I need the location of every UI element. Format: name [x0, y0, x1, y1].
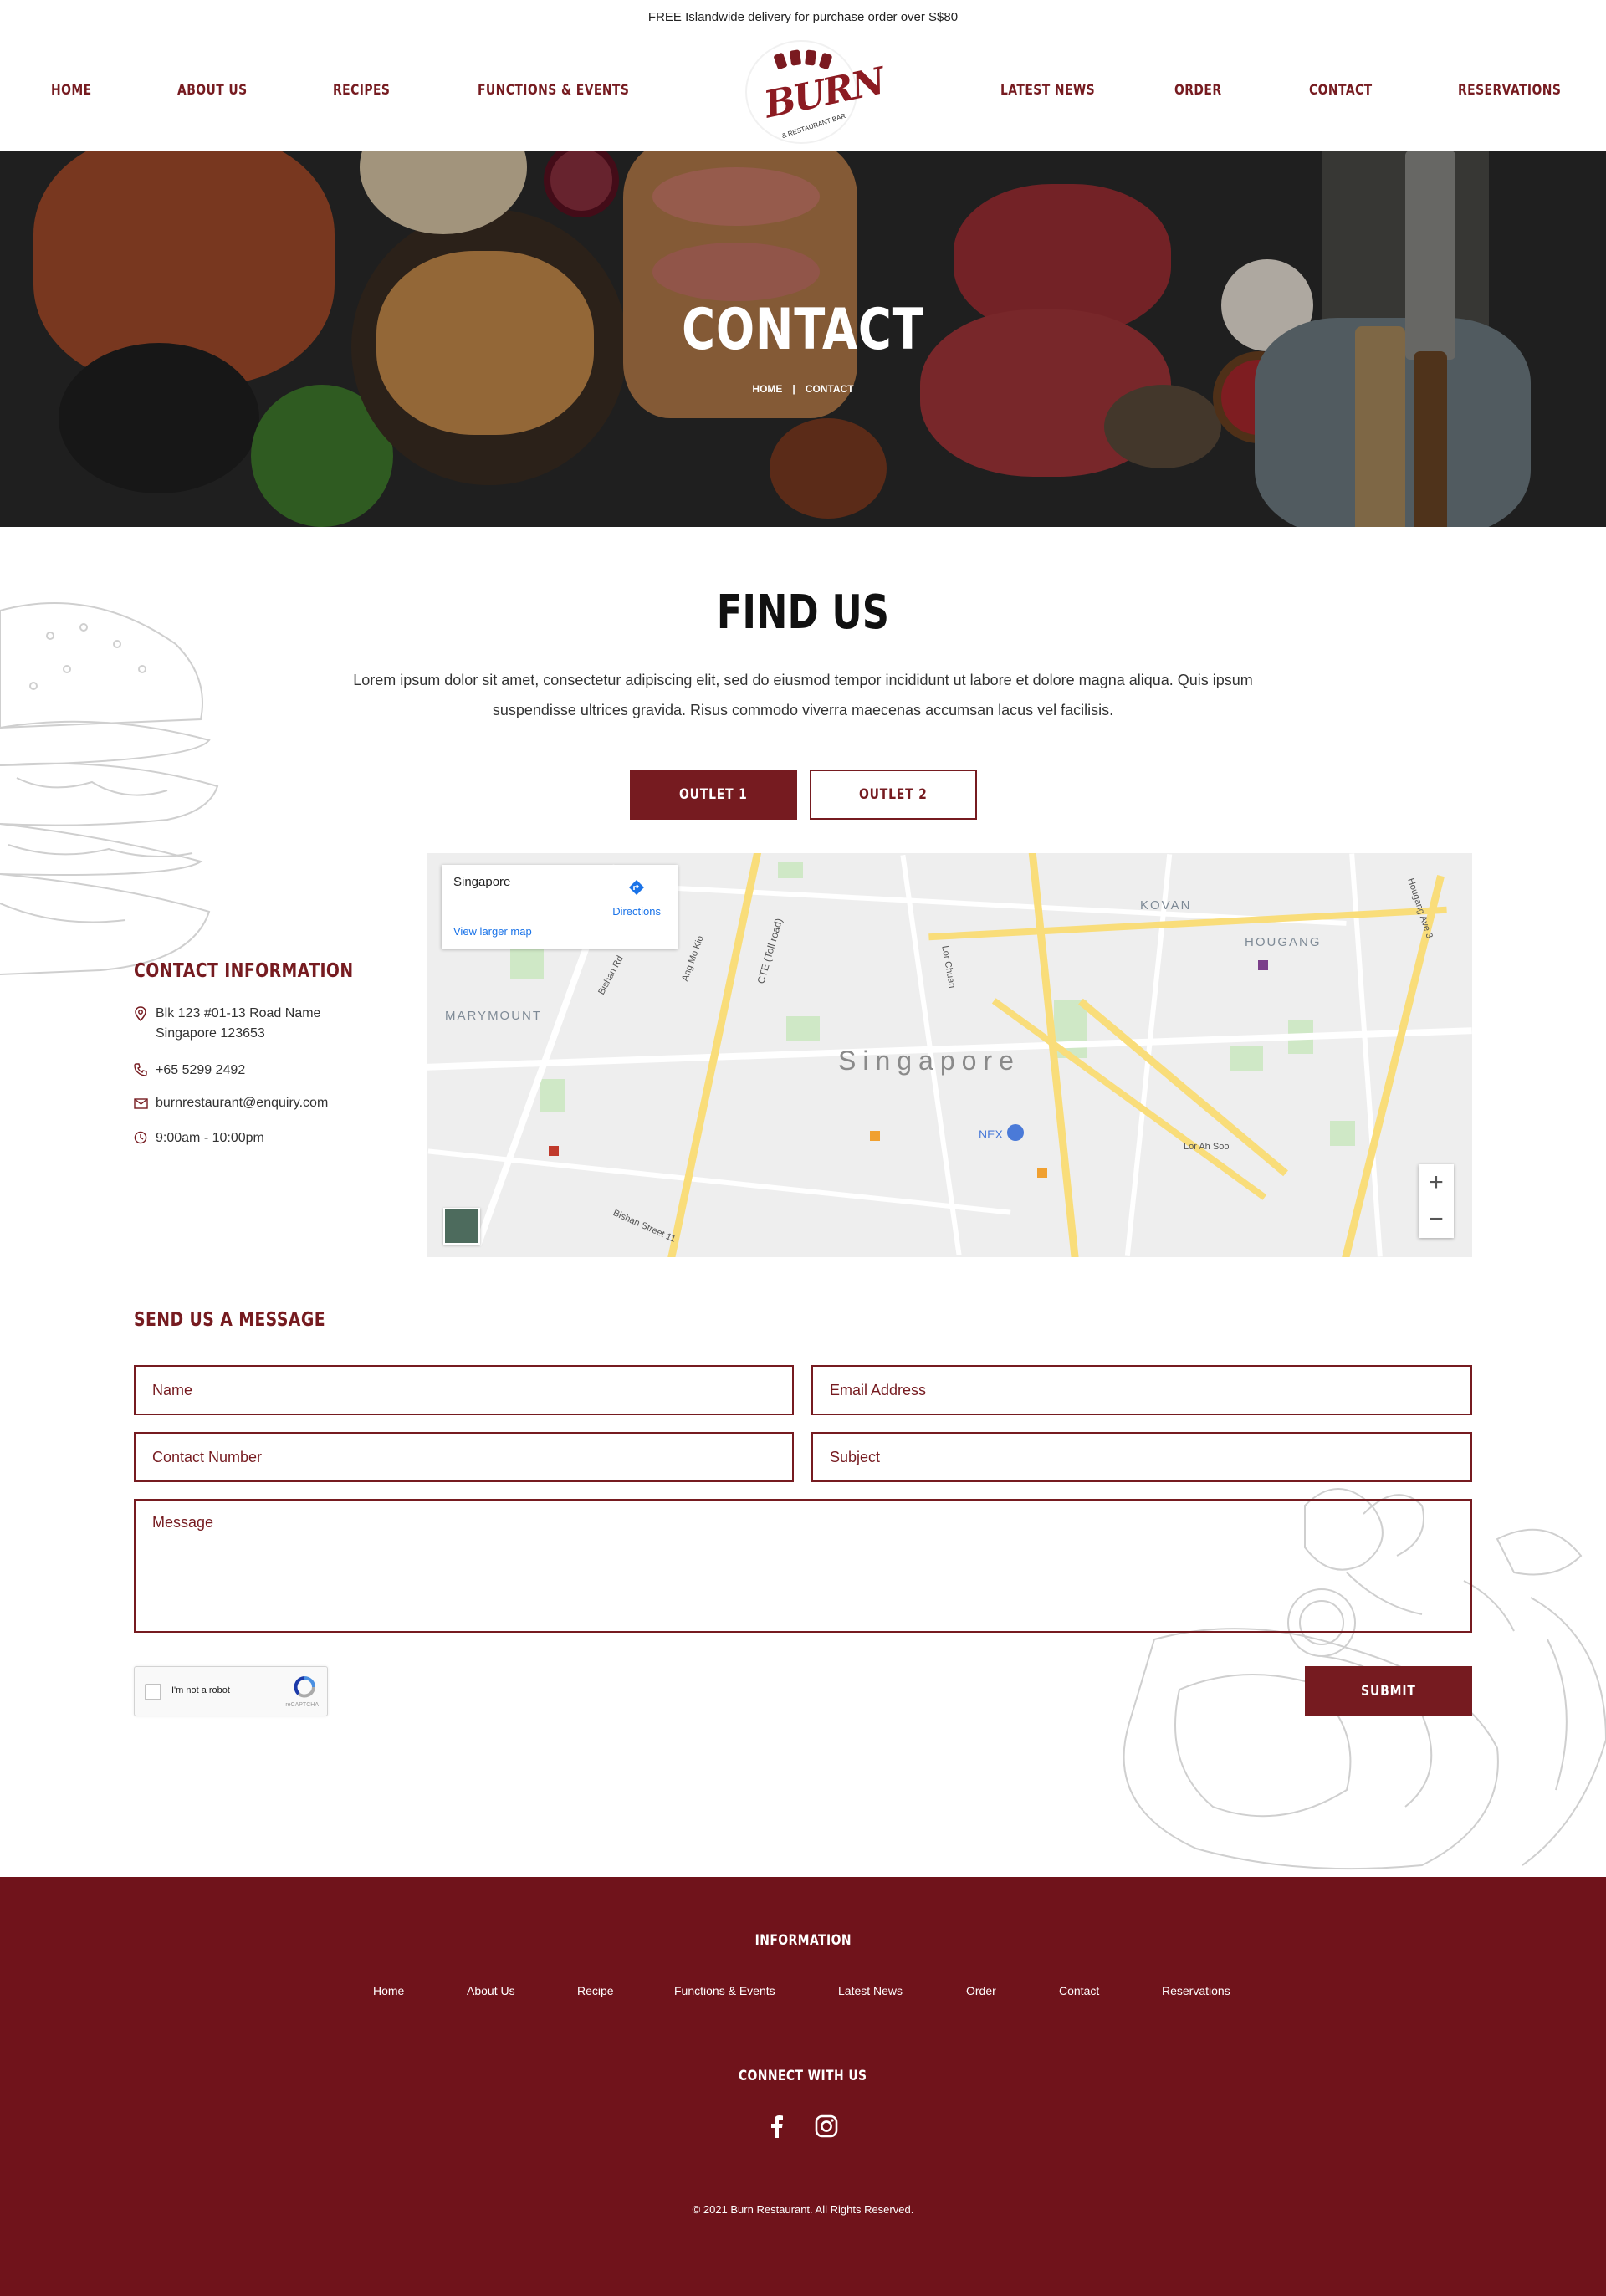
footer-link-latest-news[interactable]: Latest News	[838, 1984, 903, 1997]
map-marker-icon[interactable]	[1037, 1168, 1047, 1178]
contact-info-title: CONTACT INFORMATION	[134, 960, 354, 982]
recaptcha-icon	[292, 1675, 317, 1703]
nav-latest-news[interactable]: LATEST NEWS	[1000, 82, 1095, 99]
map-marker-icon[interactable]	[870, 1131, 880, 1141]
breadcrumb: HOME | CONTACT	[0, 383, 1606, 395]
submit-button[interactable]: SUBMIT	[1305, 1666, 1472, 1716]
footer-link-recipe[interactable]: Recipe	[577, 1984, 614, 1997]
contact-email: burnrestaurant@enquiry.com	[134, 1093, 328, 1116]
breadcrumb-current: CONTACT	[805, 383, 854, 395]
footer-connect-title: CONNECT WITH US	[739, 2068, 867, 2084]
map-marker-icon[interactable]	[1258, 960, 1268, 970]
map-label-lor-chuan: Lor Chuan	[939, 944, 958, 989]
map-label-ang-mo-kio: Ang Mo Kio	[680, 934, 706, 983]
google-map[interactable]: KOVAN HOUGANG MARYMOUNT Singapore NEX CT…	[427, 853, 1472, 1257]
footer-link-home[interactable]: Home	[373, 1984, 404, 1997]
directions-icon[interactable]	[627, 878, 646, 901]
address-line-2: Singapore 123653	[156, 1026, 265, 1041]
phone-icon	[134, 1061, 156, 1083]
contact-phone: +65 5299 2492	[134, 1061, 245, 1083]
burn-logo[interactable]: BURN & RESTAURANT BAR	[747, 42, 887, 142]
nav-order[interactable]: ORDER	[1174, 82, 1221, 99]
mail-icon	[134, 1093, 156, 1116]
breadcrumb-home[interactable]: HOME	[752, 383, 782, 395]
phone-number[interactable]: +65 5299 2492	[156, 1061, 245, 1081]
subject-field[interactable]	[811, 1432, 1472, 1482]
map-zoom-controls: + −	[1419, 1164, 1454, 1238]
instagram-icon[interactable]	[813, 2113, 840, 2140]
message-field[interactable]	[134, 1499, 1472, 1633]
name-field[interactable]	[134, 1365, 794, 1415]
site-footer: INFORMATION Home About Us Recipe Functio…	[0, 1877, 1606, 2296]
contact-number-field[interactable]	[134, 1432, 794, 1482]
map-label-nex: NEX	[979, 1128, 1003, 1141]
recaptcha-brand: reCAPTCHA	[285, 1702, 319, 1708]
page-title: CONTACT	[682, 297, 924, 363]
breadcrumb-separator: |	[792, 383, 795, 395]
contact-hours: 9:00am - 10:00pm	[134, 1128, 264, 1151]
zoom-out-button[interactable]: −	[1419, 1201, 1454, 1238]
directions-link[interactable]: Directions	[612, 905, 661, 918]
footer-link-reservations[interactable]: Reservations	[1162, 1984, 1230, 1997]
map-place-name: Singapore	[453, 875, 511, 889]
hero-banner: CONTACT HOME | CONTACT	[0, 151, 1606, 527]
send-message-title: SEND US A MESSAGE	[134, 1309, 326, 1331]
map-label-marymount: MARYMOUNT	[445, 1009, 543, 1023]
nav-reservations[interactable]: RESERVATIONS	[1458, 82, 1561, 99]
satellite-toggle-button[interactable]	[443, 1208, 480, 1245]
contact-address: Blk 123 #01-13 Road Name Singapore 12365…	[134, 1004, 320, 1044]
map-label-bishan-st11: Bishan Street 11	[611, 1208, 678, 1245]
nav-contact[interactable]: CONTACT	[1309, 82, 1373, 99]
email-field[interactable]	[811, 1365, 1472, 1415]
find-us-title: FIND US	[716, 586, 890, 640]
map-label-bishan-rd: Bishan Rd	[596, 954, 626, 997]
footer-link-contact[interactable]: Contact	[1059, 1984, 1099, 1997]
map-label-hougang: HOUGANG	[1245, 935, 1322, 949]
map-marker-icon[interactable]	[549, 1146, 559, 1156]
nav-home[interactable]: HOME	[51, 82, 92, 99]
announcement-bar: FREE Islandwide delivery for purchase or…	[0, 0, 1606, 33]
recaptcha-widget: I'm not a robot reCAPTCHA	[134, 1666, 328, 1716]
logo-wordmark: BURN	[760, 59, 888, 127]
zoom-in-button[interactable]: +	[1419, 1164, 1454, 1201]
facebook-icon[interactable]	[764, 2113, 790, 2140]
map-label-singapore: Singapore	[838, 1046, 1020, 1076]
opening-hours: 9:00am - 10:00pm	[156, 1131, 264, 1145]
email-address[interactable]: burnrestaurant@enquiry.com	[156, 1093, 328, 1113]
nav-functions-events[interactable]: FUNCTIONS & EVENTS	[478, 82, 629, 99]
map-info-card: Singapore Directions View larger map	[442, 865, 678, 949]
map-pin-icon	[134, 1004, 156, 1028]
recaptcha-label: I'm not a robot	[171, 1685, 230, 1695]
map-label-lor-ah-soo: Lor Ah Soo	[1184, 1142, 1230, 1152]
outlet-2-button[interactable]: OUTLET 2	[810, 770, 977, 820]
burger-sketch-illustration	[0, 602, 219, 975]
map-label-cte: CTE (Toll road)	[754, 917, 785, 985]
announcement-text: FREE Islandwide delivery for purchase or…	[647, 9, 959, 24]
copyright-text: © 2021 Burn Restaurant. All Rights Reser…	[692, 2203, 914, 2216]
main-nav: HOME ABOUT US RECIPES FUNCTIONS & EVENTS…	[0, 33, 1606, 151]
footer-link-about-us[interactable]: About Us	[467, 1984, 515, 1997]
shopping-pin-icon[interactable]	[1007, 1124, 1024, 1141]
address-line-1: Blk 123 #01-13 Road Name	[156, 1006, 321, 1020]
footer-link-functions-events[interactable]: Functions & Events	[674, 1984, 775, 1997]
map-label-kovan: KOVAN	[1140, 898, 1192, 913]
clock-icon	[134, 1128, 156, 1151]
footer-information-title: INFORMATION	[754, 1932, 852, 1949]
recaptcha-checkbox[interactable]	[145, 1684, 161, 1700]
view-larger-map-link[interactable]: View larger map	[453, 925, 532, 938]
nav-about-us[interactable]: ABOUT US	[177, 82, 248, 99]
outlet-1-button[interactable]: OUTLET 1	[630, 770, 797, 820]
nav-recipes[interactable]: RECIPES	[333, 82, 390, 99]
find-us-description: Lorem ipsum dolor sit amet, consectetur …	[353, 672, 1253, 718]
footer-link-order[interactable]: Order	[966, 1984, 996, 1997]
